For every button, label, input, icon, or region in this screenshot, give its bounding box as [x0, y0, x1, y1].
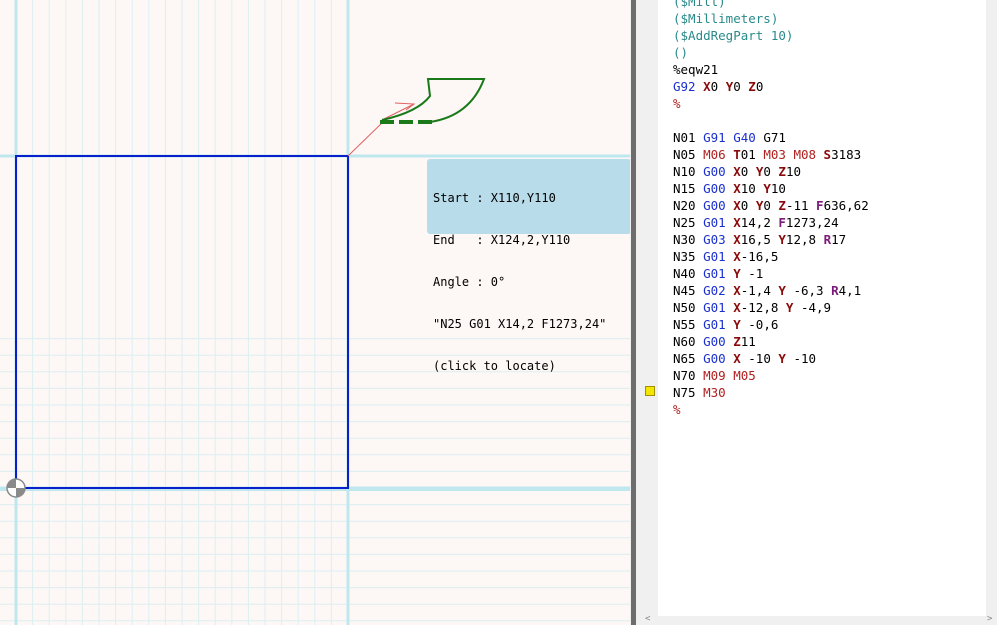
tooltip-start: Start : X110,Y110 [433, 191, 556, 205]
code-line[interactable]: N70 M09 M05 [673, 367, 756, 384]
code-line[interactable]: N10 G00 X0 Y0 Z10 [673, 163, 801, 180]
code-line[interactable]: () [673, 44, 688, 61]
code-line[interactable]: G92 X0 Y0 Z0 [673, 78, 763, 95]
code-line[interactable]: N30 G03 X16,5 Y12,8 R17 [673, 231, 846, 248]
origin-marker-icon [6, 478, 26, 498]
panel-splitter[interactable] [630, 0, 638, 625]
scroll-right-arrow-icon[interactable]: > [987, 614, 992, 624]
code-line[interactable]: ($AddRegPart 10) [673, 27, 793, 44]
code-line[interactable]: N15 G00 X10 Y10 [673, 180, 786, 197]
code-line[interactable]: N25 G01 X14,2 F1273,24 [673, 214, 839, 231]
toolpath-profile[interactable] [381, 78, 486, 123]
code-line[interactable]: % [673, 401, 681, 418]
code-line[interactable]: ($Mill) [673, 0, 726, 10]
editor-gutter [638, 0, 658, 625]
toolpath-canvas[interactable]: Start : X110,Y110 End : X124,2,Y110 Angl… [0, 0, 630, 625]
rapid-move-line [347, 119, 386, 157]
code-line[interactable]: N20 G00 X0 Y0 Z-11 F636,62 [673, 197, 869, 214]
current-line-marker-icon [645, 386, 655, 396]
code-line[interactable]: % [673, 95, 681, 112]
code-line[interactable]: N55 G01 Y -0,6 [673, 316, 778, 333]
tooltip-hint: (click to locate) [433, 359, 556, 373]
code-line[interactable]: N75 M30 [673, 384, 726, 401]
code-line[interactable]: N35 G01 X-16,5 [673, 248, 778, 265]
tooltip-code-line: "N25 G01 X14,2 F1273,24" [433, 317, 607, 331]
code-line[interactable]: ($Millimeters) [673, 10, 778, 27]
code-line[interactable]: N40 G01 Y -1 [673, 265, 763, 282]
gcode-editor[interactable]: ($Mill) ($Millimeters) ($AddRegPart 10)()%… [658, 0, 986, 616]
tooltip-angle: Angle : 0° [433, 275, 506, 289]
code-line[interactable]: %eqw21 [673, 61, 718, 78]
code-line[interactable]: N65 G00 X -10 Y -10 [673, 350, 816, 367]
horizontal-scrollbar[interactable]: < > [638, 614, 997, 625]
code-line[interactable]: N50 G01 X-12,8 Y -4,9 [673, 299, 831, 316]
code-line[interactable]: N05 M06 T01 M03 M08 S3183 [673, 146, 861, 163]
scroll-left-arrow-icon[interactable]: < [645, 614, 650, 624]
code-line[interactable]: N45 G02 X-1,4 Y -6,3 R4,1 [673, 282, 861, 299]
vertical-scrollbar[interactable] [986, 0, 997, 616]
code-line[interactable]: N01 G91 G40 G71 [673, 129, 786, 146]
tooltip-end: End : X124,2,Y110 [433, 233, 571, 247]
segment-tooltip[interactable]: Start : X110,Y110 End : X124,2,Y110 Angl… [427, 159, 630, 373]
code-line[interactable]: N60 G00 Z11 [673, 333, 756, 350]
